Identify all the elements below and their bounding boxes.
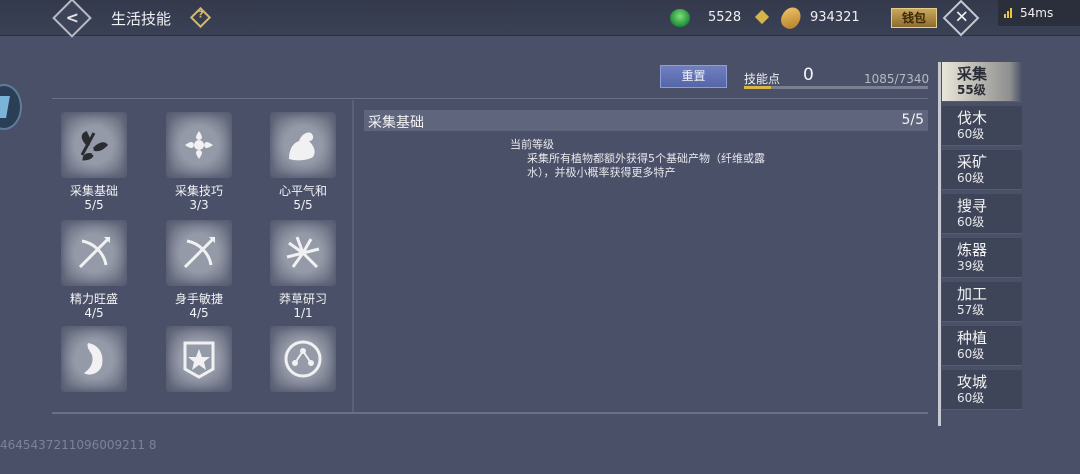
user-id: 4645437211096009211 8 bbox=[0, 438, 157, 452]
tab-name: 攻城 bbox=[957, 373, 988, 391]
top-bar: < 生活技能 ? 5528 934321 钱包 ✕ bbox=[0, 0, 1080, 38]
skill-level: 4/5 bbox=[84, 306, 104, 320]
question-icon: ? bbox=[197, 9, 204, 21]
skill-level: 3/3 bbox=[189, 198, 209, 212]
skill-name: 采集技巧 bbox=[174, 184, 223, 198]
skill-level: 5/5 bbox=[293, 198, 313, 212]
exp-progress-bar bbox=[744, 86, 928, 89]
skill-name: 采集基础 bbox=[69, 184, 118, 198]
skill-item[interactable]: 采集技巧 3/3 bbox=[149, 112, 249, 212]
skill-points-label: 技能点 bbox=[744, 72, 781, 86]
bow-icon bbox=[166, 220, 232, 286]
tab-processing[interactable]: 加工 57级 bbox=[942, 282, 1022, 322]
exp-progress-text: 1085/7340 bbox=[864, 72, 930, 86]
tab-name: 搜寻 bbox=[957, 197, 988, 215]
skill-item[interactable] bbox=[149, 326, 249, 398]
skill-points-value: 0 bbox=[803, 65, 814, 85]
wallet-button[interactable]: 钱包 bbox=[891, 8, 937, 28]
jade-amount: 5528 bbox=[708, 10, 742, 25]
close-button[interactable]: ✕ bbox=[942, 0, 980, 37]
skill-name: 莽草研习 bbox=[278, 292, 327, 306]
skill-item[interactable]: 身手敏捷 4/5 bbox=[149, 220, 249, 320]
skill-detail-title: 采集基础 bbox=[368, 115, 424, 131]
skill-detail-header: 采集基础 5/5 bbox=[364, 110, 928, 131]
skill-item[interactable] bbox=[253, 326, 352, 398]
help-button[interactable]: ? bbox=[189, 6, 212, 29]
flower-icon bbox=[166, 112, 232, 178]
jade-currency-icon bbox=[670, 9, 690, 27]
skill-description: 采集所有植物都额外获得5个基础产物（纤维或露水），并极小概率获得更多特产 bbox=[527, 152, 765, 179]
skill-level: 1/1 bbox=[293, 306, 313, 320]
tab-name: 采集 bbox=[957, 65, 988, 83]
current-level-label: 当前等级 bbox=[510, 138, 554, 151]
constellation-icon bbox=[270, 326, 336, 392]
signal-icon bbox=[1004, 8, 1014, 18]
ping-value: 54ms bbox=[1020, 6, 1054, 20]
tab-logging[interactable]: 伐木 60级 bbox=[942, 106, 1022, 146]
tab-searching[interactable]: 搜寻 60级 bbox=[942, 194, 1022, 234]
tab-name: 种植 bbox=[957, 329, 988, 347]
add-currency-button[interactable] bbox=[754, 9, 770, 25]
skill-item[interactable]: 采集基础 5/5 bbox=[52, 112, 144, 212]
tab-level: 55级 bbox=[957, 83, 986, 97]
tab-level: 60级 bbox=[957, 215, 985, 229]
tab-planting[interactable]: 种植 60级 bbox=[942, 326, 1022, 366]
back-button[interactable]: < bbox=[52, 0, 92, 38]
back-arrow-icon: < bbox=[65, 8, 80, 28]
tab-name: 加工 bbox=[957, 285, 988, 303]
skill-list-scrollbar[interactable] bbox=[352, 100, 354, 412]
network-status: 54ms bbox=[998, 0, 1080, 26]
tab-level: 60级 bbox=[957, 127, 985, 141]
tab-name: 伐木 bbox=[957, 109, 988, 127]
exp-progress-fill bbox=[744, 86, 772, 89]
skill-item[interactable]: 心平气和 5/5 bbox=[253, 112, 352, 212]
skill-item[interactable]: 莽草研习 1/1 bbox=[253, 220, 352, 320]
tab-gathering[interactable]: 采集 55级 bbox=[942, 62, 1022, 102]
tab-level: 60级 bbox=[957, 347, 985, 361]
page-title: 生活技能 bbox=[111, 10, 172, 28]
skill-level: 5/5 bbox=[84, 198, 104, 212]
reset-button[interactable]: 重置 bbox=[660, 65, 727, 88]
tab-track bbox=[938, 62, 941, 426]
pepper-icon bbox=[61, 326, 127, 392]
close-icon: ✕ bbox=[954, 7, 969, 28]
skill-grid: 采集基础 5/5 采集技巧 3/3 心平气和 5/5 精力旺盛 4/5 身手敏捷… bbox=[52, 100, 352, 410]
tab-refining[interactable]: 炼器 39级 bbox=[942, 238, 1022, 278]
tab-level: 39级 bbox=[957, 259, 985, 273]
bow-icon bbox=[61, 220, 127, 286]
skill-level: 4/5 bbox=[189, 306, 209, 320]
skill-name: 心平气和 bbox=[278, 184, 327, 198]
tab-level: 57级 bbox=[957, 303, 985, 317]
skill-name: 身手敏捷 bbox=[174, 292, 223, 306]
tab-name: 炼器 bbox=[957, 241, 988, 259]
herb-icon bbox=[270, 220, 336, 286]
coin-currency-icon bbox=[777, 3, 805, 33]
tab-level: 60级 bbox=[957, 171, 985, 185]
tab-mining[interactable]: 采矿 60级 bbox=[942, 150, 1022, 190]
side-badge-icon[interactable] bbox=[0, 84, 22, 130]
leaves-icon bbox=[61, 112, 127, 178]
skill-item[interactable]: 精力旺盛 4/5 bbox=[52, 220, 144, 320]
divider bbox=[52, 98, 928, 99]
tab-level: 60级 bbox=[957, 391, 985, 405]
divider bbox=[52, 412, 928, 414]
coin-amount: 934321 bbox=[810, 10, 860, 25]
banner-star-icon bbox=[166, 326, 232, 392]
skill-detail-level: 5/5 bbox=[901, 112, 924, 128]
tab-siege[interactable]: 攻城 60级 bbox=[942, 370, 1022, 410]
skill-item[interactable] bbox=[52, 326, 144, 398]
skill-name: 精力旺盛 bbox=[69, 292, 118, 306]
arm-icon bbox=[270, 112, 336, 178]
tab-name: 采矿 bbox=[957, 153, 988, 171]
